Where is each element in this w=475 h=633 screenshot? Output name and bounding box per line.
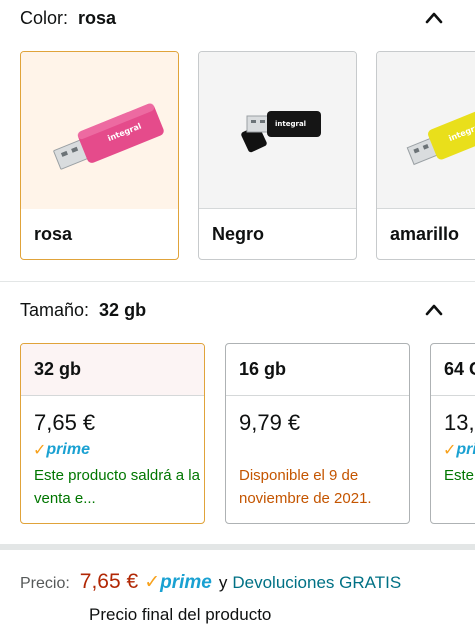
chevron-up-icon[interactable] bbox=[423, 299, 445, 321]
color-option-label: Negro bbox=[212, 224, 265, 244]
color-selected-value: rosa bbox=[78, 7, 117, 28]
size-option-64gb[interactable]: 64 G 13, ✓ pri Este saldr bbox=[430, 343, 475, 524]
brand-logo-text: integral bbox=[275, 120, 306, 128]
prime-logo: prime bbox=[160, 572, 212, 593]
product-image-pink: integral bbox=[21, 52, 178, 209]
checkmark-icon: ✓ bbox=[144, 572, 161, 593]
usb-drive-yellow-image: integral bbox=[406, 99, 475, 166]
size-option-label: 16 gb bbox=[239, 359, 287, 379]
size-option-price: 9,79 € bbox=[239, 410, 301, 435]
prime-logo: pri bbox=[456, 441, 475, 458]
color-swatch-row: integral rosa integral Negro integral am… bbox=[20, 51, 475, 261]
size-option-header: 64 G bbox=[431, 344, 475, 396]
usb-drive-pink-image: integral bbox=[53, 103, 164, 170]
connector-text: y bbox=[218, 573, 228, 592]
size-option-32gb[interactable]: 32 gb 7,65 € ✓ prime Este producto saldr… bbox=[20, 343, 205, 524]
size-selected-value: 32 gb bbox=[99, 299, 147, 320]
size-option-price: 7,65 € bbox=[34, 410, 96, 435]
product-image-yellow: integral bbox=[377, 52, 475, 209]
color-option-amarillo[interactable]: integral amarillo bbox=[376, 51, 475, 260]
color-option-rosa[interactable]: integral rosa bbox=[20, 51, 179, 260]
size-section-header[interactable]: Tamaño: 32 gb bbox=[20, 295, 455, 325]
size-label: Tamaño: bbox=[20, 299, 90, 320]
size-option-row: 32 gb 7,65 € ✓ prime Este producto saldr… bbox=[20, 343, 475, 525]
price-value: 7,65 € bbox=[79, 570, 139, 593]
prime-badge: ✓ prime bbox=[33, 440, 90, 460]
availability-status: Disponible el 9 de noviembre de 2021. bbox=[239, 467, 372, 507]
color-option-label: amarillo bbox=[390, 224, 460, 244]
section-divider bbox=[0, 281, 475, 282]
size-option-16gb[interactable]: 16 gb 9,79 € Disponible el 9 de noviembr… bbox=[225, 343, 410, 524]
prime-badge: ✓ pri bbox=[443, 440, 475, 460]
size-option-label: 32 gb bbox=[34, 359, 82, 379]
availability-status: Este saldr bbox=[444, 467, 475, 484]
size-option-header: 32 gb bbox=[21, 344, 204, 396]
prime-logo: prime bbox=[46, 441, 90, 458]
size-option-header: 16 gb bbox=[226, 344, 409, 396]
free-returns-link[interactable]: Devoluciones GRATIS bbox=[232, 573, 401, 593]
checkmark-icon: ✓ bbox=[33, 442, 47, 459]
product-image-black: integral bbox=[199, 52, 356, 209]
size-option-price: 13, bbox=[444, 410, 475, 435]
availability-status: Este producto saldrá a la venta e... bbox=[34, 467, 200, 507]
color-section-header[interactable]: Color: rosa bbox=[20, 3, 455, 33]
final-price-note: Precio final del producto bbox=[89, 605, 272, 624]
color-option-negro[interactable]: integral Negro bbox=[198, 51, 357, 260]
color-option-label: rosa bbox=[34, 224, 73, 244]
price-label: Precio: bbox=[20, 575, 70, 592]
chevron-up-icon[interactable] bbox=[423, 7, 445, 29]
usb-drive-black-image: integral bbox=[241, 111, 321, 153]
price-summary: Precio: 7,65 € ✓ prime y Devoluciones GR… bbox=[20, 570, 401, 594]
section-divider-thick bbox=[0, 544, 475, 550]
color-label: Color: bbox=[20, 7, 69, 28]
checkmark-icon: ✓ bbox=[443, 442, 457, 459]
size-option-label: 64 G bbox=[444, 359, 475, 379]
